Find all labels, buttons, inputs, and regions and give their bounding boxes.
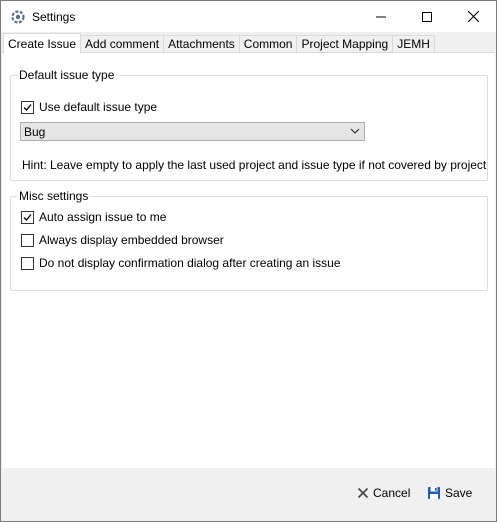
save-floppy-icon (427, 486, 441, 500)
title-bar: Settings (1, 1, 496, 32)
minimize-button[interactable] (358, 1, 404, 32)
tab-add-comment[interactable]: Add comment (80, 35, 165, 52)
chevron-down-icon (350, 128, 360, 134)
tab-attachments[interactable]: Attachments (163, 35, 240, 52)
hint-text: Hint: Leave empty to apply the last used… (22, 158, 490, 172)
settings-tabs: Create Issue Add comment Attachments Com… (3, 33, 435, 53)
close-icon (467, 11, 479, 22)
minimize-icon (376, 16, 386, 17)
default-issue-type-group: Default issue type Use default issue typ… (10, 68, 490, 181)
create-issue-page: Default issue type Use default issue typ… (2, 52, 495, 468)
auto-assign-checkbox[interactable]: Auto assign issue to me (21, 209, 166, 225)
misc-settings-legend: Misc settings (17, 189, 91, 203)
always-display-browser-checkbox[interactable]: Always display embedded browser (21, 232, 224, 248)
tab-project-mapping[interactable]: Project Mapping (296, 35, 394, 52)
cancel-button[interactable]: Cancel (357, 486, 410, 500)
settings-app-icon (10, 9, 26, 25)
cancel-label: Cancel (373, 486, 411, 500)
issue-type-dropdown[interactable]: Bug (20, 122, 365, 141)
tab-create-issue[interactable]: Create Issue (3, 33, 82, 53)
checkbox-unchecked-icon (21, 256, 34, 270)
use-default-issue-type-checkbox[interactable]: Use default issue type (21, 99, 157, 115)
issue-type-value: Bug (24, 124, 46, 139)
dialog-footer: Cancel Save (1, 468, 496, 521)
no-confirmation-dialog-checkbox[interactable]: Do not display confirmation dialog after… (21, 255, 341, 271)
maximize-button[interactable] (404, 1, 450, 32)
checkbox-checked-icon (21, 210, 34, 224)
save-label: Save (445, 486, 473, 500)
always-display-browser-label: Always display embedded browser (39, 233, 224, 247)
close-window-button[interactable] (450, 1, 496, 32)
maximize-icon (422, 11, 432, 22)
save-button[interactable]: Save (427, 486, 472, 500)
checkbox-unchecked-icon (21, 233, 34, 247)
settings-window: Settings Create Issue Add comment Attach… (0, 0, 497, 522)
misc-settings-group: Misc settings Auto assign issue to me Al… (10, 189, 488, 291)
checkbox-checked-icon (21, 100, 34, 114)
no-confirmation-dialog-label: Do not display confirmation dialog after… (39, 256, 341, 270)
window-title: Settings (32, 9, 76, 24)
tab-jemh[interactable]: JEMH (392, 35, 435, 52)
cancel-x-icon (357, 487, 369, 499)
auto-assign-label: Auto assign issue to me (39, 210, 167, 224)
tab-common[interactable]: Common (238, 35, 298, 52)
default-issue-type-legend: Default issue type (17, 68, 117, 82)
use-default-issue-type-label: Use default issue type (39, 100, 158, 114)
